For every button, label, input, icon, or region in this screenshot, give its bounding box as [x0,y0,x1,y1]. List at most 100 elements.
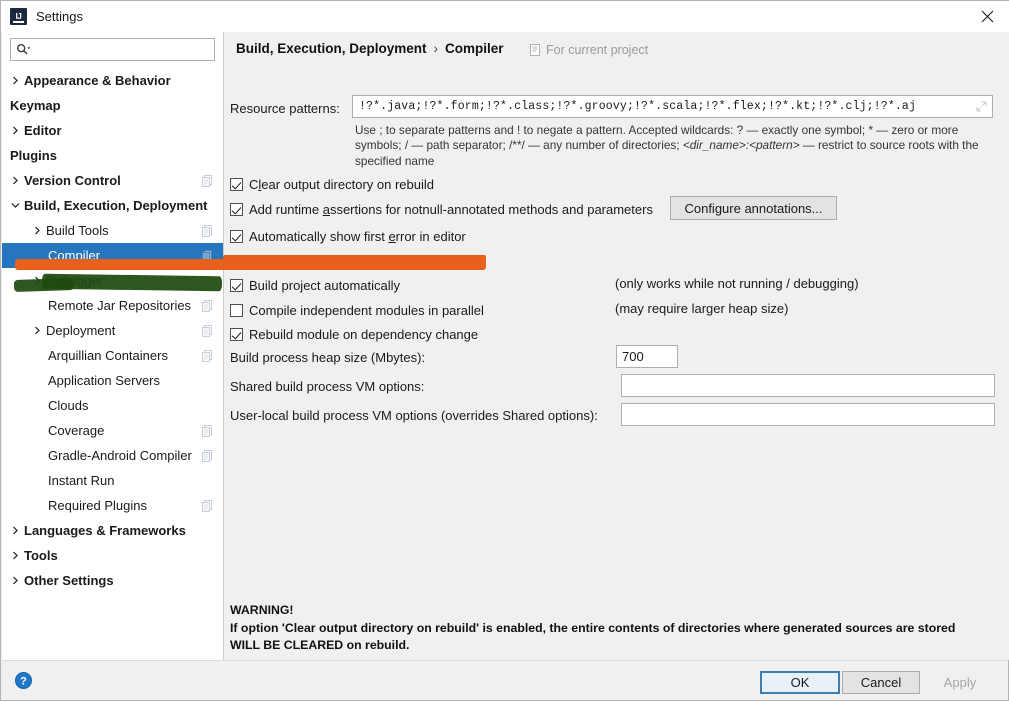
resource-patterns-help: Use ; to separate patterns and ! to nega… [355,123,979,168]
ok-button[interactable]: OK [760,671,840,694]
sidebar-item-debugger[interactable]: Debugger [2,268,223,293]
sidebar-item-version-control[interactable]: Version Control [2,168,223,193]
sidebar-item-label: Editor [24,123,62,138]
chevron-right-icon[interactable] [8,518,22,543]
checkbox-clear-output-directory-on-rebuild[interactable]: Clear output directory on rebuild [230,175,434,193]
sidebar-item-required-plugins[interactable]: Required Plugins [2,493,223,518]
sidebar-item-label: Tools [24,548,58,563]
sidebar-item-editor[interactable]: Editor [2,118,223,143]
checkbox-build-project-automatically[interactable]: Build project automatically [230,276,400,294]
title-bar: IJ Settings [1,1,1009,32]
search-input[interactable] [31,40,214,59]
help-icon[interactable]: ? [15,672,32,689]
checkbox-add-runtime-assertions-for-notnull-annotated-methods-and-parameters[interactable]: Add runtime assertions for notnull-annot… [230,200,653,218]
sidebar-item-coverage[interactable]: Coverage [2,418,223,443]
sidebar-item-tools[interactable]: Tools [2,543,223,568]
cancel-button[interactable]: Cancel [842,671,920,694]
copy-settings-icon[interactable] [202,299,213,312]
scope-label: For current project [546,43,649,57]
sidebar-item-other-settings[interactable]: Other Settings [2,568,223,593]
sidebar-item-label: Debugger [46,273,104,288]
copy-settings-icon[interactable] [202,224,213,237]
sidebar-item-label: Version Control [24,173,121,188]
resource-patterns-label: Resource patterns: [230,101,340,116]
sidebar-item-deployment[interactable]: Deployment [2,318,223,343]
resource-patterns-field[interactable] [352,95,993,118]
sidebar-item-languages-frameworks[interactable]: Languages & Frameworks [2,518,223,543]
copy-settings-icon[interactable] [202,349,213,362]
checkbox-label: Clear output directory on rebuild [249,176,434,192]
settings-sidebar: Appearance & Behavior Keymap Editor Plugins… [2,32,224,660]
sidebar-item-plugins[interactable]: Plugins [2,143,223,168]
checkbox-box[interactable] [230,303,243,317]
checkbox-automatically-show-first-error-in-editor[interactable]: Automatically show first error in editor [230,227,466,245]
checkbox-box[interactable] [230,278,243,292]
checkbox-rebuild-module-on-dependency-change[interactable]: Rebuild module on dependency change [230,325,478,343]
sidebar-item-keymap[interactable]: Keymap [2,93,223,118]
sidebar-item-gradle-android-compiler[interactable]: Gradle-Android Compiler [2,443,223,468]
sidebar-item-compiler[interactable]: Compiler [2,243,223,268]
sidebar-item-instant-run[interactable]: Instant Run [2,468,223,493]
sidebar-item-label: Required Plugins [48,498,148,513]
checkbox-box[interactable] [230,254,243,268]
chevron-right-icon[interactable] [8,568,22,593]
chevron-right-icon[interactable] [30,268,44,293]
sidebar-item-clouds[interactable]: Clouds [2,393,223,418]
copy-settings-icon[interactable] [202,449,213,462]
chevron-right-icon[interactable] [8,118,22,143]
sidebar-item-label: Gradle-Android Compiler [48,448,192,463]
sidebar-item-label: Instant Run [48,473,115,488]
checkbox-compile-independent-modules-in-parallel[interactable]: Compile independent modules in parallel [230,301,484,319]
dialog-footer: ? OK Cancel Apply [2,660,1008,700]
copy-settings-icon[interactable] [202,424,213,437]
sidebar-item-remote-jar-repositories[interactable]: Remote Jar Repositories [2,293,223,318]
sidebar-item-application-servers[interactable]: Application Servers [2,368,223,393]
checkbox-label: Add runtime assertions for notnull-annot… [249,201,653,217]
chevron-right-icon[interactable] [30,318,44,343]
checkbox-box[interactable] [230,327,243,341]
sidebar-item-build-tools[interactable]: Build Tools [2,218,223,243]
shared-vm-options-input[interactable] [621,374,995,397]
checkbox-box[interactable] [230,177,243,191]
checkbox-box[interactable] [230,229,243,243]
copy-settings-icon[interactable] [202,499,213,512]
sidebar-item-arquillian-containers[interactable]: Arquillian Containers [2,343,223,368]
sidebar-item-label: Remote Jar Repositories [48,298,192,313]
chevron-right-icon[interactable] [8,543,22,568]
close-icon[interactable] [965,1,1009,32]
heap-size-input-label: Build process heap size (Mbytes): [230,350,426,365]
configure-annotations-button[interactable]: Configure annotations... [670,196,837,220]
copy-settings-icon[interactable] [202,324,213,337]
sidebar-item-label: Clouds [48,398,89,413]
chevron-right-icon[interactable] [8,68,22,93]
sidebar-item-label: Build, Execution, Deployment [24,198,208,213]
project-scope-icon [530,44,541,56]
user-local-vm-options-input-label: User-local build process VM options (ove… [230,408,598,423]
checkbox-label: Automatically show first error in editor [249,228,466,244]
sidebar-item-appearance-behavior[interactable]: Appearance & Behavior [2,68,223,93]
checkbox-box[interactable] [230,202,243,216]
warning-text: WARNING! If option 'Clear output directo… [230,602,980,655]
chevron-right-icon[interactable] [8,168,22,193]
shared-vm-options-input-label: Shared build process VM options: [230,379,425,394]
compiler-settings-panel: Build, Execution, Deployment › Compiler … [225,32,1009,660]
breadcrumb: Build, Execution, Deployment › Compiler [236,41,504,56]
sidebar-item-label: Plugins [10,148,57,163]
sidebar-item-label: Keymap [10,98,61,113]
heap-size-input[interactable] [616,345,678,368]
user-local-vm-options-input[interactable] [621,403,995,426]
copy-settings-icon[interactable] [202,249,213,262]
search-box[interactable] [10,38,215,61]
expand-icon[interactable] [974,99,989,114]
chevron-down-icon[interactable] [8,193,22,218]
warning-heading: WARNING! [230,603,294,617]
checkbox-label: Compile independent modules in parallel [249,302,484,318]
chevron-right-icon[interactable] [30,218,44,243]
checkbox-display-notification-on-build-completion[interactable]: Display notification on build completion [230,252,473,270]
breadcrumb-separator: › [433,41,439,56]
copy-settings-icon[interactable] [202,174,213,187]
resource-patterns-input[interactable] [357,96,967,117]
checkbox-label: Rebuild module on dependency change [249,326,479,342]
apply-button[interactable]: Apply [924,671,996,694]
sidebar-item-build-execution-deployment[interactable]: Build, Execution, Deployment [2,193,223,218]
